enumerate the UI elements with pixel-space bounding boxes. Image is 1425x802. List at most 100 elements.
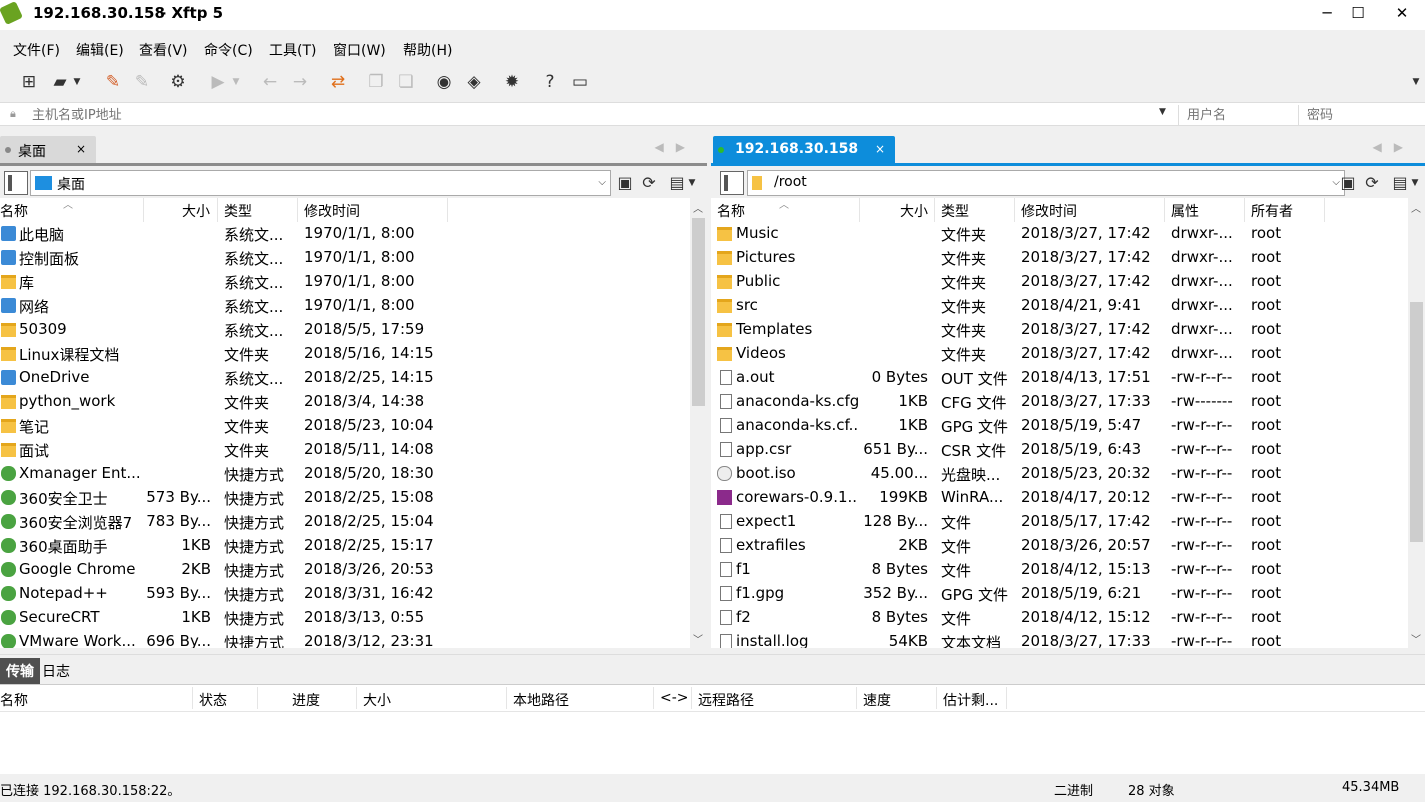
column-header-type[interactable]: 类型 xyxy=(941,201,969,221)
column-header-name[interactable]: 名称 xyxy=(0,201,28,221)
menu-edit[interactable]: 编辑(E) xyxy=(76,40,124,60)
column-header-size[interactable]: 大小 xyxy=(182,201,210,221)
table-row[interactable]: Pictures 文件夹 2018/3/27, 17:42 drwxr-... root xyxy=(711,246,1425,270)
column-divider[interactable] xyxy=(936,687,937,709)
table-row[interactable]: 360安全卫士 573 By... 快捷方式 2018/2/25, 15:08 xyxy=(0,486,707,510)
chevron-down-icon[interactable]: ▼ xyxy=(686,172,698,194)
table-row[interactable]: Public 文件夹 2018/3/27, 17:42 drwxr-... root xyxy=(711,270,1425,294)
table-row[interactable]: Xmanager Ent... 快捷方式 2018/5/20, 18:30 xyxy=(0,462,707,486)
tab-nav-arrows[interactable]: ◀▶ xyxy=(1373,140,1415,154)
column-divider[interactable] xyxy=(447,198,448,222)
column-divider[interactable] xyxy=(1164,198,1165,222)
parent-folder-icon[interactable]: ▣ xyxy=(614,172,636,194)
column-header-type[interactable]: 类型 xyxy=(224,201,252,221)
refresh-icon[interactable]: ⟳ xyxy=(638,172,660,194)
refresh-icon[interactable]: ⟳ xyxy=(1361,172,1383,194)
menu-window[interactable]: 窗口(W) xyxy=(333,40,386,60)
table-row[interactable]: install.log 54KB 文本文档 2018/3/27, 17:33 -rw-r… xyxy=(711,630,1425,648)
column-header-name[interactable]: 名称 xyxy=(717,201,745,221)
column-divider[interactable] xyxy=(506,687,507,709)
menu-file[interactable]: 文件(F) xyxy=(13,40,60,60)
tab-transfers[interactable]: 传输 xyxy=(0,658,40,684)
toggle-tree-icon[interactable] xyxy=(720,171,744,195)
dropdown-icon[interactable]: ▼ xyxy=(230,70,242,94)
column-header-permissions[interactable]: 属性 xyxy=(1171,201,1199,221)
column-divider[interactable] xyxy=(1244,198,1245,222)
table-row[interactable]: f1.gpg 352 By... GPG 文件 2018/5/19, 6:21 -rw-… xyxy=(711,582,1425,606)
column-divider[interactable] xyxy=(356,687,357,709)
properties-icon[interactable]: ⚙ xyxy=(166,70,190,94)
transfer-icon[interactable]: ⇄ xyxy=(326,70,350,94)
close-icon[interactable]: × xyxy=(875,142,885,156)
help-icon[interactable]: ? xyxy=(538,70,562,94)
column-divider[interactable] xyxy=(192,687,193,709)
scroll-up-icon[interactable]: ︿ xyxy=(693,200,703,215)
column-divider[interactable] xyxy=(1006,687,1007,709)
view-icon[interactable]: ▶ xyxy=(206,70,230,94)
new-session-icon[interactable]: ⊞ xyxy=(17,70,41,94)
table-row[interactable]: anaconda-ks.cf... 1KB GPG 文件 2018/5/19, 5:4… xyxy=(711,414,1425,438)
column-header-name[interactable]: 名称 xyxy=(0,690,28,710)
column-header-size[interactable]: 大小 xyxy=(900,201,928,221)
back-icon[interactable]: ← xyxy=(258,70,282,94)
column-header-local-path[interactable]: 本地路径 xyxy=(513,690,569,710)
copy-icon[interactable]: ❐ xyxy=(364,70,388,94)
table-row[interactable]: OneDrive 系统文... 2018/2/25, 14:15 xyxy=(0,366,707,390)
chevron-down-icon[interactable]: ⌵ xyxy=(598,177,606,188)
table-row[interactable]: expect1 128 By... 文件 2018/5/17, 17:42 -rw-r-… xyxy=(711,510,1425,534)
table-row[interactable]: Linux课程文档 文件夹 2018/5/16, 14:15 xyxy=(0,342,707,366)
tab-log[interactable]: 日志 xyxy=(36,658,76,684)
column-header-speed[interactable]: 速度 xyxy=(863,690,891,710)
disconnect-icon[interactable]: ✎ xyxy=(130,70,154,94)
column-header-eta[interactable]: 估计剩... xyxy=(943,690,998,710)
remote-file-list[interactable]: ︿ 名称 大小 类型 修改时间 属性 所有者 ︿ ﹀ Music 文件夹 2018/… xyxy=(711,198,1425,648)
column-divider[interactable] xyxy=(257,687,258,709)
table-row[interactable]: 360安全浏览器7 783 By... 快捷方式 2018/2/25, 15:04 xyxy=(0,510,707,534)
column-divider[interactable] xyxy=(859,198,860,222)
table-row[interactable]: Music 文件夹 2018/3/27, 17:42 drwxr-... root xyxy=(711,222,1425,246)
column-divider[interactable] xyxy=(934,198,935,222)
menu-help[interactable]: 帮助(H) xyxy=(403,40,452,60)
forward-icon[interactable]: → xyxy=(288,70,312,94)
remote-path-combobox[interactable]: /root ⌵ xyxy=(747,170,1345,196)
chevron-down-icon[interactable]: ▼ xyxy=(1409,172,1421,194)
table-row[interactable]: f2 8 Bytes 文件 2018/4/12, 15:12 -rw-r--r-- roo… xyxy=(711,606,1425,630)
dropdown-icon[interactable]: ▼ xyxy=(71,70,83,94)
table-row[interactable]: 库 系统文... 1970/1/1, 8:00 xyxy=(0,270,707,294)
column-header-progress[interactable]: 进度 xyxy=(292,690,320,710)
username-input[interactable] xyxy=(1178,105,1296,125)
column-divider[interactable] xyxy=(217,198,218,222)
table-row[interactable]: 50309 系统文... 2018/5/5, 17:59 xyxy=(0,318,707,342)
view-mode-icon[interactable]: ▤ xyxy=(1389,172,1411,194)
message-icon[interactable]: ▭ xyxy=(568,70,592,94)
table-row[interactable]: app.csr 651 By... CSR 文件 2018/5/19, 6:43 -rw… xyxy=(711,438,1425,462)
table-row[interactable]: 此电脑 系统文... 1970/1/1, 8:00 xyxy=(0,222,707,246)
table-row[interactable]: 控制面板 系统文... 1970/1/1, 8:00 xyxy=(0,246,707,270)
column-header-modified[interactable]: 修改时间 xyxy=(304,201,360,221)
table-row[interactable]: 面试 文件夹 2018/5/11, 14:08 xyxy=(0,438,707,462)
password-input[interactable] xyxy=(1298,105,1422,125)
column-header-direction[interactable]: <-> xyxy=(660,690,689,706)
tab-local-desktop[interactable]: 桌面 × xyxy=(0,136,96,163)
open-folder-icon[interactable]: ▰ xyxy=(48,70,72,94)
local-path-combobox[interactable]: 桌面 ⌵ xyxy=(30,170,611,196)
table-row[interactable]: 360桌面助手 1KB 快捷方式 2018/2/25, 15:17 xyxy=(0,534,707,558)
scroll-up-icon[interactable]: ︿ xyxy=(1411,200,1421,215)
table-row[interactable]: Google Chrome 2KB 快捷方式 2018/3/26, 20:53 xyxy=(0,558,707,582)
table-row[interactable]: VMware Work... 696 By... 快捷方式 2018/3/12, 23… xyxy=(0,630,707,648)
column-header-remote-path[interactable]: 远程路径 xyxy=(698,690,754,710)
menu-view[interactable]: 查看(V) xyxy=(139,40,188,60)
column-divider[interactable] xyxy=(856,687,857,709)
menu-tools[interactable]: 工具(T) xyxy=(269,40,316,60)
chevron-down-icon[interactable]: ▼ xyxy=(1159,107,1166,117)
host-input[interactable] xyxy=(32,105,1172,125)
table-row[interactable]: Notepad++ 593 By... 快捷方式 2018/3/31, 16:42 xyxy=(0,582,707,606)
column-header-modified[interactable]: 修改时间 xyxy=(1021,201,1077,221)
table-row[interactable]: boot.iso 45.00... 光盘映... 2018/5/23, 20:32 -r… xyxy=(711,462,1425,486)
local-file-list[interactable]: ︿ 名称 大小 类型 修改时间 ︿ ﹀ 此电脑 系统文... 1970/1/1, 8… xyxy=(0,198,707,648)
column-header-status[interactable]: 状态 xyxy=(199,690,227,710)
connect-icon[interactable]: ✎ xyxy=(101,70,125,94)
column-header-size[interactable]: 大小 xyxy=(363,690,391,710)
table-row[interactable]: Videos 文件夹 2018/3/27, 17:42 drwxr-... root xyxy=(711,342,1425,366)
table-row[interactable]: 网络 系统文... 1970/1/1, 8:00 xyxy=(0,294,707,318)
